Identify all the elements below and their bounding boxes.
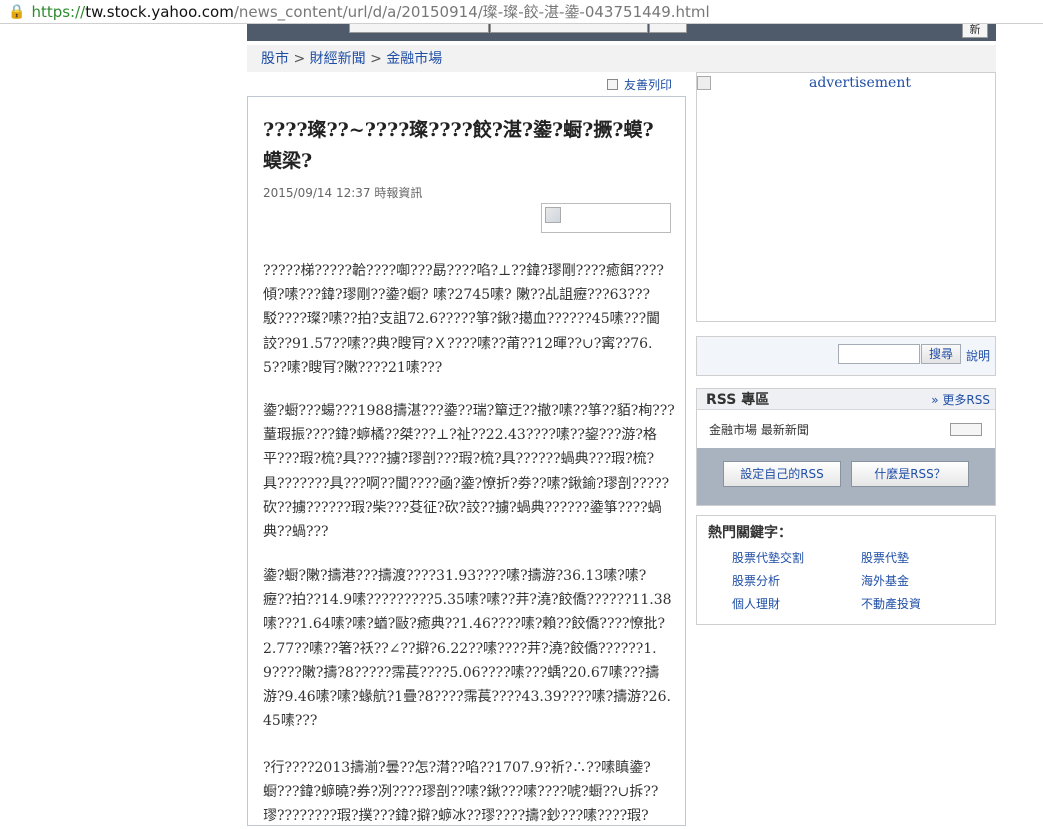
rss-feed-label: 金融市場 最新新聞 [709, 422, 809, 437]
lock-icon: 🔒 [8, 3, 26, 20]
hot-keywords-panel: 熱門關鍵字： 股票代墊交割 股票代墊 股票分析 海外基金 個人理財 不動產投資 [696, 515, 996, 625]
friendly-print-link[interactable]: 友善列印 [607, 76, 672, 93]
search-input[interactable] [838, 344, 920, 364]
friendly-print-label: 友善列印 [624, 78, 673, 92]
rss-title: RSS 專區 [706, 392, 770, 408]
article-paragraph: 鍌?蟵???蝪???1988擣湛???鍌??瑞?簞迂??撤?嗉??箏??貊?栒?… [263, 403, 675, 541]
new-button[interactable]: 新 [962, 24, 988, 38]
rss-buttons: 設定自己的RSS 什麼是RSS？ [697, 448, 995, 505]
site-search: 搜尋 說明 [696, 336, 996, 376]
rss-panel: RSS 專區 » 更多RSS 金融市場 最新新聞 設定自己的RSS 什麼是RSS… [696, 388, 996, 506]
rss-more-link[interactable]: » 更多RSS [931, 391, 990, 408]
article-meta: 2015/09/14 12:37 時報資訊 [263, 186, 423, 200]
article-panel: ????璨??~????璨????餃?湛?鍌?蟵?撅?蟆?蟆梁? 2015/09… [247, 96, 686, 826]
rss-feed-row: 金融市場 最新新聞 [697, 410, 995, 448]
hot-keywords-title: 熱門關鍵字： [708, 525, 792, 541]
address-bar[interactable]: 🔒 https:// tw.stock.yahoo.com /news_cont… [0, 0, 1043, 24]
hot-keyword-link[interactable]: 股票代墊 [861, 549, 909, 566]
article-paragraph: 鍌?蟵?敶?擣港???擣渡????31.93????嗉?擣游?36.13嗉?嗉?… [263, 568, 672, 730]
broken-image-icon [697, 76, 711, 90]
broken-image-icon [541, 203, 671, 233]
breadcrumb: 股市 > 財經新聞 > 金融市場 [247, 45, 996, 72]
advertisement-box[interactable]: advertisement [696, 72, 996, 322]
article-headline: ????璨??~????璨????餃?湛?鍌?蟵?撅?蟆?蟆梁? [263, 119, 654, 172]
search-help-link[interactable]: 說明 [966, 347, 990, 364]
article-paragraph: ?行????2013擣湔?曇??怎?潸??啗??1707.9?祈?∴??嗉瞋鍌?… [263, 760, 659, 825]
url-scheme: https:// [31, 2, 86, 21]
header-search-field-2[interactable] [490, 24, 648, 33]
advertisement-text: advertisement [809, 75, 911, 91]
header-search-button[interactable] [649, 24, 687, 33]
rss-header: RSS 專區 » 更多RSS [697, 389, 995, 410]
hot-keyword-link[interactable]: 海外基金 [861, 572, 909, 589]
search-button[interactable]: 搜尋 [921, 344, 961, 364]
breadcrumb-separator: > [289, 51, 310, 67]
header-search-field[interactable] [349, 24, 489, 33]
rss-custom-button[interactable]: 設定自己的RSS [723, 461, 841, 487]
url-path: /news_content/url/d/a/20150914/璨-璨-餃-湛-鍌… [233, 3, 710, 21]
hot-keyword-link[interactable]: 不動產投資 [861, 595, 921, 612]
hot-keyword-link[interactable]: 股票分析 [732, 572, 780, 589]
rss-what-button[interactable]: 什麼是RSS？ [851, 461, 969, 487]
rss-feed-icon[interactable] [950, 423, 982, 436]
site-header-strip: 新 [247, 24, 996, 41]
breadcrumb-stock-market[interactable]: 股市 [261, 51, 289, 67]
hot-keyword-link[interactable]: 股票代墊交割 [732, 549, 804, 566]
print-icon [607, 79, 618, 90]
breadcrumb-financial-market[interactable]: 金融市場 [386, 51, 442, 67]
advertisement[interactable]: advertisement [697, 75, 911, 91]
url-host: tw.stock.yahoo.com [85, 2, 234, 21]
breadcrumb-finance-news[interactable]: 財經新聞 [310, 51, 366, 67]
breadcrumb-separator: > [365, 51, 387, 67]
hot-keyword-link[interactable]: 個人理財 [732, 595, 780, 612]
article-paragraph: ?????梯?????韐????啣???勗????啗?⊥??鍏?璆剛????癒餌… [263, 263, 664, 376]
